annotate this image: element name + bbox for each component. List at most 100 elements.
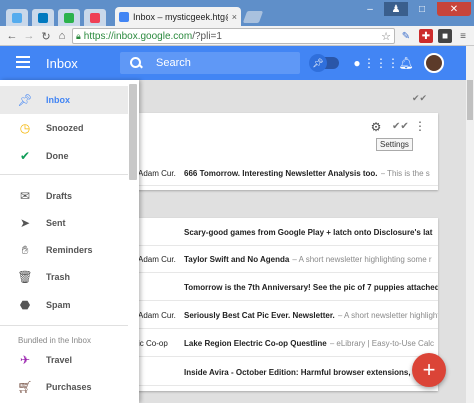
sidebar-item-label: Reminders — [46, 245, 93, 255]
trello-icon — [38, 12, 48, 23]
sidebar-item-spam[interactable]: ⬣ Spam — [0, 291, 128, 319]
sidebar-item-label: Inbox — [46, 95, 70, 105]
message-row[interactable]: Adam Cur. Seriously Best Cat Pic Ever. N… — [138, 303, 438, 329]
sidebar-divider — [0, 174, 128, 175]
message-snippet: – eLibrary | Easy-to-Use Calc — [329, 339, 435, 348]
gear-icon[interactable]: ⚙ — [369, 120, 383, 134]
pinned-tab-twitter[interactable] — [6, 9, 28, 26]
url-host: https://inbox.google.com — [83, 30, 193, 42]
reload-icon[interactable]: ↻ — [39, 29, 53, 43]
search-placeholder: Search — [156, 57, 191, 69]
window-close-button[interactable]: ✕ — [437, 2, 471, 16]
reminder-hand-icon: ✋︎ — [21, 242, 29, 257]
sidebar-item-label: Snoozed — [46, 123, 84, 133]
message-subject: 666 Tomorrow. Interesting Newsletter Ana… — [184, 168, 378, 178]
pin-icon: 📌︎ — [17, 93, 33, 107]
sidebar-item-label: Travel — [46, 355, 73, 365]
app-title: Inbox — [46, 56, 78, 71]
sidebar-item-snoozed[interactable]: ◷ Snoozed — [0, 114, 128, 142]
address-bar[interactable]: 🔒︎ https://inbox.google.com/?pli=1 ☆ — [72, 28, 395, 44]
send-icon: ➤ — [19, 216, 31, 230]
sidebar-item-sent[interactable]: ➤ Sent — [0, 209, 128, 237]
search-icon — [130, 57, 142, 69]
page-scrollbar-thumb[interactable] — [467, 80, 473, 120]
plane-icon: ✈ — [19, 353, 31, 367]
message-sender: Adam Cur. — [138, 311, 176, 320]
more-vert-icon[interactable]: ⋮ — [414, 119, 426, 133]
notifications-bell-icon[interactable]: 🔔︎ — [398, 56, 413, 70]
search-input[interactable]: Search — [120, 52, 300, 74]
url-path: /?pli=1 — [192, 30, 222, 42]
message-row[interactable]: Adam Cur. Taylor Swift and No Agenda – A… — [138, 247, 438, 273]
profile-icon[interactable]: ♟ — [384, 2, 408, 16]
sidebar-item-label: Purchases — [46, 382, 92, 392]
lock-icon: 🔒︎ — [76, 30, 81, 41]
clock-icon: ◷ — [19, 121, 31, 135]
sidebar-item-label: Spam — [46, 300, 71, 310]
extension-badge-icon[interactable]: ✚ — [419, 29, 433, 43]
message-subject: Seriously Best Cat Pic Ever. Newsletter. — [184, 311, 335, 320]
browser-menu-icon[interactable]: ≡ — [456, 29, 470, 43]
maximize-icon[interactable]: □ — [410, 2, 434, 16]
translate-extension-icon[interactable]: ✎ — [399, 29, 413, 43]
tab-close-icon[interactable]: × — [232, 12, 237, 22]
pinned-tab-pocket[interactable] — [84, 9, 106, 26]
message-subject: Inside Avira - October Edition: Harmful … — [184, 368, 435, 377]
pinned-tab-trello[interactable] — [32, 9, 54, 26]
bookmark-star-icon[interactable]: ☆ — [381, 30, 391, 43]
avatar[interactable] — [424, 53, 444, 73]
spam-icon: ⬣ — [19, 298, 31, 312]
new-tab-button[interactable] — [242, 11, 264, 23]
trash-icon: 🗑︎ — [17, 270, 33, 284]
extension-dark-icon[interactable]: ■ — [438, 29, 452, 43]
feedly-icon — [64, 12, 74, 23]
sidebar-item-label: Drafts — [46, 191, 73, 201]
compose-fab-button[interactable]: + — [412, 353, 446, 387]
sidebar-item-travel[interactable]: ✈ Travel — [0, 346, 128, 374]
settings-tooltip: Settings — [376, 138, 413, 151]
inbox-favicon-icon — [119, 11, 129, 22]
sidebar-item-drafts[interactable]: ✉ Drafts — [0, 182, 128, 210]
sidebar-item-done[interactable]: ✔ Done — [0, 142, 128, 170]
back-arrow-icon[interactable]: ← — [5, 29, 19, 43]
pinned-tab-feedly[interactable] — [58, 9, 80, 26]
message-row[interactable]: Tomorrow is the 7th Anniversary! See the… — [138, 275, 438, 301]
tab-title: Inbox – mysticgeek.htg@ — [133, 11, 228, 22]
pinned-toggle[interactable]: 📌︎ — [309, 54, 339, 72]
hamburger-menu-icon[interactable] — [16, 56, 30, 68]
sweep-done-icon[interactable]: ✔✔ — [412, 93, 427, 104]
bundled-section-label: Bundled in the Inbox — [18, 336, 91, 345]
apps-grid-icon[interactable]: ⋮⋮⋮ — [363, 56, 399, 70]
message-subject: Tomorrow is the 7th Anniversary! See the… — [184, 283, 438, 292]
reminder-bulb-icon[interactable]: ● — [350, 56, 364, 70]
sidebar-item-label: Trash — [46, 272, 71, 282]
home-icon[interactable]: ⌂ — [55, 29, 69, 43]
message-snippet: – A short newsletter highlightin — [337, 311, 438, 320]
cart-icon: 🛒︎ — [17, 380, 33, 394]
twitter-icon — [12, 12, 22, 23]
message-sender: Adam Cur. — [138, 255, 176, 264]
bundle-message-row[interactable]: Adam Cur. 666 Tomorrow. Interesting News… — [138, 161, 438, 186]
message-row[interactable]: Inside Avira - October Edition: Harmful … — [138, 360, 438, 386]
inbox-app-bar: Inbox Search 📌︎ ● ⋮⋮⋮ 🔔︎ — [0, 46, 466, 80]
tab-inbox[interactable]: Inbox – mysticgeek.htg@ × — [115, 7, 241, 26]
message-snippet: – This is the s — [380, 168, 430, 178]
message-subject: Taylor Swift and No Agenda — [184, 255, 290, 264]
sidebar-divider — [0, 325, 128, 326]
pin-icon: 📌︎ — [309, 54, 327, 72]
sidebar-scrollbar[interactable] — [129, 84, 137, 180]
sidebar-item-inbox[interactable]: 📌︎ Inbox — [0, 86, 128, 114]
sidebar-item-reminders[interactable]: ✋︎ Reminders — [0, 236, 128, 264]
drafts-icon: ✉ — [19, 189, 31, 203]
message-row[interactable]: Scary-good games from Google Play + latc… — [138, 220, 438, 246]
sidebar-item-trash[interactable]: 🗑︎ Trash — [0, 263, 128, 291]
message-sender: Adam Cur. — [138, 168, 176, 178]
check-icon: ✔ — [19, 149, 31, 163]
sidebar-item-purchases[interactable]: 🛒︎ Purchases — [0, 373, 128, 401]
message-row[interactable]: ic Co-op Lake Region Electric Co-op Ques… — [138, 331, 438, 357]
forward-arrow-icon[interactable]: → — [22, 29, 36, 43]
minimize-icon[interactable]: – — [360, 2, 380, 16]
pocket-icon — [90, 12, 100, 23]
done-all-icon[interactable]: ✔✔ — [392, 121, 409, 132]
message-subject: Lake Region Electric Co-op Questline — [184, 339, 327, 348]
